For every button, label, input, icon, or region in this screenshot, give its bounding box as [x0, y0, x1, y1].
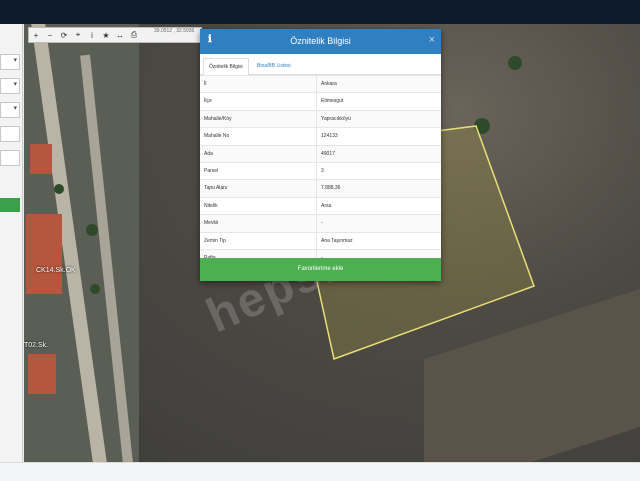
table-row: Parsel 3 [200, 161, 441, 180]
dialog-header: ℹ Öznitelik Bilgisi × [200, 29, 441, 54]
left-query-button[interactable] [0, 198, 20, 212]
measure-icon[interactable]: ↔ [113, 31, 127, 40]
locate-icon[interactable]: ⌖ [71, 30, 85, 40]
row-value: Ankara [321, 81, 337, 87]
zoom-out-icon[interactable]: − [43, 31, 57, 40]
print-icon[interactable]: ⎙ [127, 30, 141, 40]
add-favorite-button[interactable]: Favorilerime ekle [200, 258, 441, 281]
tab-building-list[interactable]: Bina/BB Listesi [252, 58, 296, 74]
coordinate-readout: 39.0512 , 32.5936 [154, 28, 195, 34]
bottom-band [0, 462, 640, 481]
table-row: İlçe Etimesgut [200, 92, 441, 110]
row-value: 124133 [321, 133, 338, 140]
table-row: Tapu Alanı 7.888,36 [200, 179, 441, 197]
left-select-3[interactable]: ▾ [0, 102, 20, 118]
row-value: Yapracıkköyü [321, 115, 351, 122]
refresh-icon[interactable]: ⟳ [57, 31, 71, 40]
left-input-1[interactable] [0, 126, 20, 142]
attribute-dialog: ℹ Öznitelik Bilgisi × Öznitelik Bilgisi … [200, 29, 441, 281]
row-key: Mahalle No [200, 128, 317, 145]
row-key: Mahalle/Köy [200, 110, 317, 128]
row-value: Etimesgut [321, 98, 344, 105]
street-label: T02.Sk. [24, 342, 49, 349]
table-row: Mahalle No 124133 [200, 127, 441, 145]
row-value: Ana Taşınmaz [321, 237, 353, 244]
street-label: CK14.Sk.OK [36, 267, 76, 274]
star-icon[interactable]: ★ [99, 31, 113, 40]
row-value: 49017 [321, 150, 335, 157]
row-key: İl [200, 76, 317, 93]
tab-attributes[interactable]: Öznitelik Bilgisi [203, 58, 249, 76]
row-key: Parsel [200, 162, 317, 180]
zoom-in-icon[interactable]: + [29, 31, 43, 40]
row-value: 3 [321, 167, 324, 174]
chevron-down-icon: ▾ [13, 105, 17, 112]
table-row: Mevkii - [200, 214, 441, 232]
row-key: Zemin Tip [200, 232, 317, 249]
chevron-down-icon: ▾ [13, 81, 17, 88]
row-key: İlçe [200, 93, 317, 110]
row-value: Arsa [321, 202, 332, 209]
dialog-title: Öznitelik Bilgisi [290, 36, 351, 46]
top-bar [0, 0, 640, 24]
table-row: Nitelik Arsa [200, 196, 441, 215]
row-value: 7.888,36 [321, 185, 341, 192]
row-key: Tapu Alanı [200, 180, 317, 197]
table-row: Mahalle/Köy Yapracıkköyü [200, 109, 441, 128]
table-row: Ada 49017 [200, 144, 441, 162]
attribute-table: İl Ankara İlçe Etimesgut Mahalle/Köy Yaprac… [200, 75, 441, 267]
table-row: Zemin Tip Ana Taşınmaz [200, 231, 441, 249]
row-key: Ada [200, 145, 317, 162]
chevron-down-icon: ▾ [13, 57, 17, 64]
left-select-2[interactable]: ▾ [0, 78, 20, 94]
table-row: İl Ankara [200, 75, 441, 93]
left-select-1[interactable]: ▾ [0, 54, 20, 70]
row-key: Mevkii [200, 215, 317, 232]
dialog-tabs: Öznitelik Bilgisi Bina/BB Listesi [200, 56, 441, 76]
left-panel: ▾ ▾ ▾ [0, 24, 23, 464]
row-value: - [321, 220, 323, 227]
row-key: Nitelik [200, 197, 317, 215]
info-icon[interactable]: i [85, 31, 99, 40]
left-input-2[interactable] [0, 150, 20, 166]
close-icon[interactable]: × [429, 34, 435, 46]
